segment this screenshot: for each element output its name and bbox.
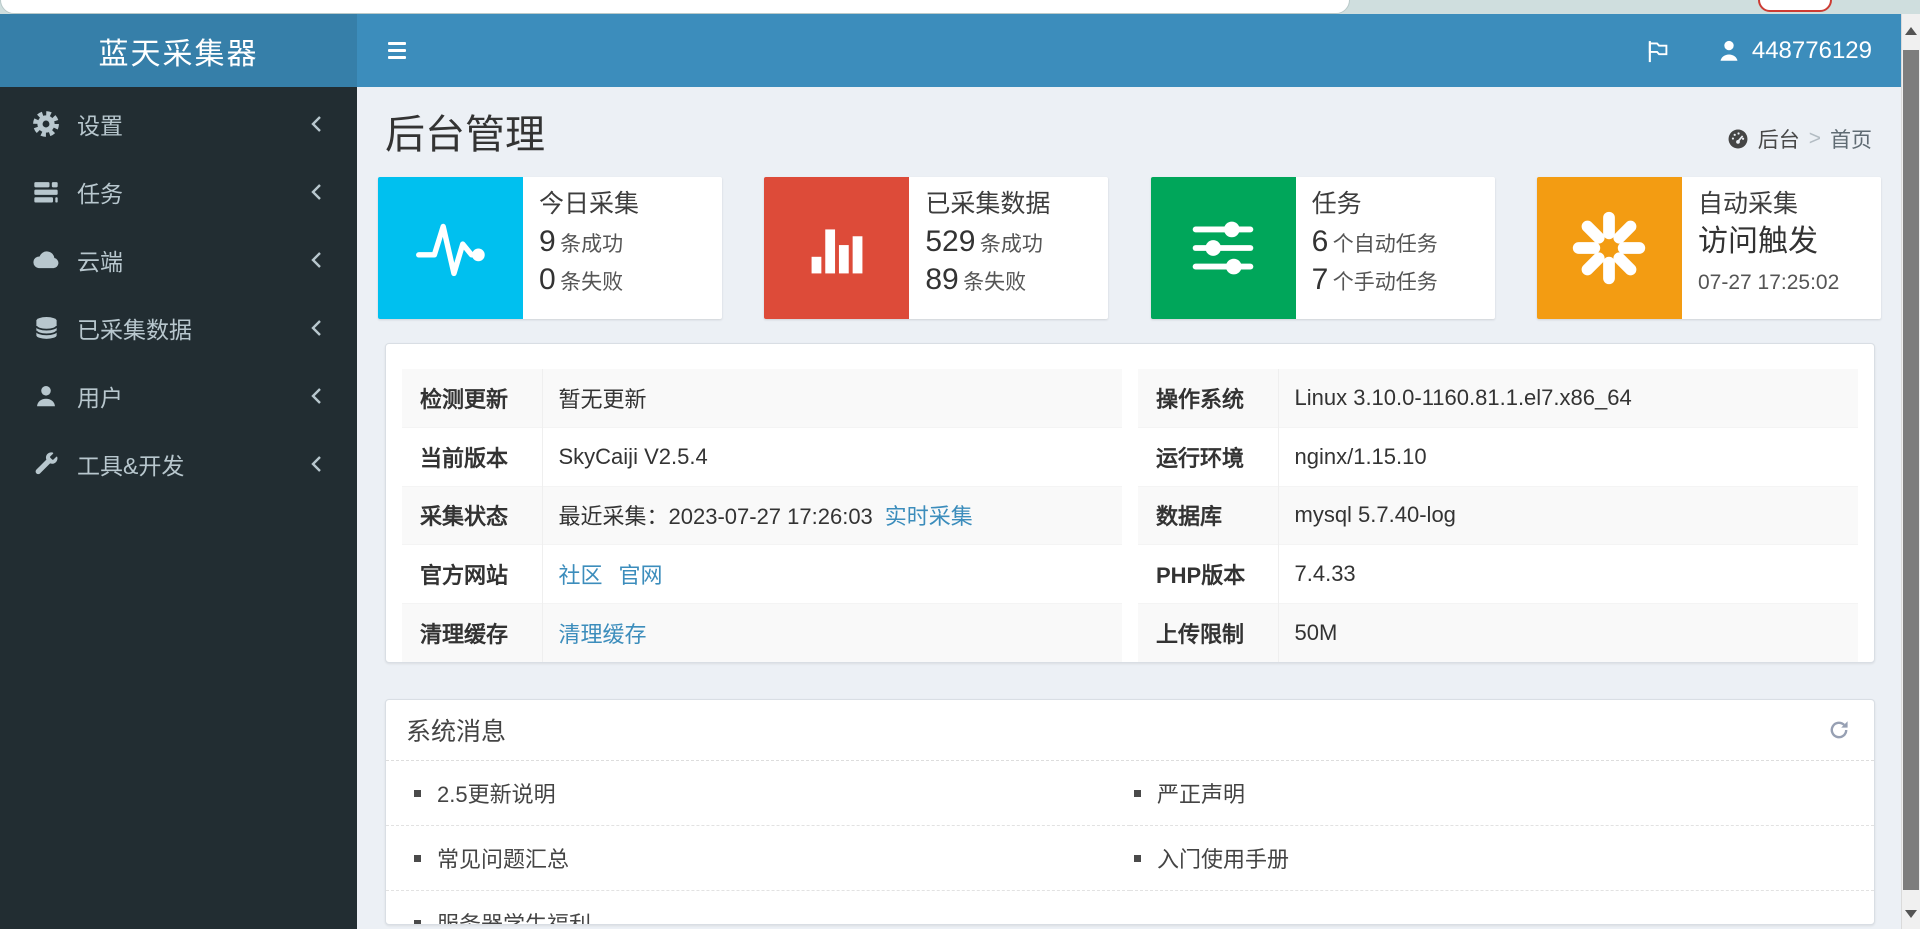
- environment-table: 操作系统 Linux 3.10.0-1160.81.1.el7.x86_64 运…: [1138, 369, 1858, 662]
- username: 448776129: [1751, 36, 1872, 64]
- chevron-left-icon: [310, 249, 323, 271]
- sidebar-item-tools-dev[interactable]: 工具&开发: [0, 430, 357, 498]
- table-row: 运行环境 nginx/1.15.10: [1138, 427, 1858, 487]
- table-row: 数据库 mysql 5.7.40-log: [1138, 485, 1858, 545]
- table-row: PHP版本 7.4.33: [1138, 544, 1858, 604]
- sidebar-item-settings[interactable]: 设置: [0, 90, 357, 158]
- sidebar-item-tasks[interactable]: 任务: [0, 158, 357, 226]
- wrench-icon: [28, 451, 64, 478]
- top-navbar: 蓝天采集器 448776129: [0, 14, 1920, 87]
- table-row: 官方网站 社区 官网: [402, 544, 1122, 604]
- user-icon: [1720, 40, 1738, 61]
- info-box-collected-data: 已采集数据 529 条成功 89 条失败: [764, 177, 1109, 319]
- cloud-icon: [28, 245, 64, 275]
- chevron-left-icon: [310, 181, 323, 203]
- bar-chart-icon: [764, 177, 910, 319]
- sidebar-toggle-button[interactable]: [388, 14, 428, 87]
- breadcrumb: 后台 > 首页: [1727, 124, 1872, 154]
- record-indicator-pill: [1758, 0, 1832, 12]
- scrollbar-up-arrow[interactable]: [1902, 16, 1920, 46]
- bullet-icon: [1134, 789, 1141, 797]
- bullet-icon: [414, 919, 421, 924]
- table-row: 清理缓存 清理缓存: [402, 602, 1122, 662]
- sidebar: 设置 任务 云端 已采集数据 用户 工具&开发: [0, 87, 357, 929]
- system-messages-panel: 系统消息 2.5更新说明 常见问题汇总 服务器学生福利 严正声明 入门使用手册: [385, 699, 1875, 925]
- info-box-today-collect: 今日采集 9 条成功 0 条失败: [378, 177, 722, 319]
- gear-icon: [28, 110, 64, 138]
- status-table: 检测更新 暂无更新 当前版本 SkyCaiji V2.5.4 采集状态 最近采集…: [402, 369, 1122, 662]
- sidebar-item-users[interactable]: 用户: [0, 362, 357, 430]
- browser-tab-shape: [0, 0, 1350, 14]
- system-messages-title: 系统消息: [406, 718, 507, 746]
- vertical-scrollbar[interactable]: [1901, 14, 1920, 929]
- message-item[interactable]: 常见问题汇总: [386, 826, 1130, 891]
- bullet-icon: [414, 854, 421, 862]
- info-box-tasks: 任务 6 个自动任务 7 个手动任务: [1150, 177, 1495, 319]
- message-item[interactable]: 入门使用手册: [1130, 826, 1874, 891]
- table-row: 采集状态 最近采集：2023-07-27 17:26:03 实时采集: [402, 485, 1122, 545]
- dashboard-icon: [1727, 128, 1749, 150]
- info-box-auto-collect: 自动采集 访问触发 07-27 17:25:02: [1536, 177, 1881, 319]
- clear-cache-link[interactable]: 清理缓存: [559, 622, 647, 647]
- chevron-left-icon: [310, 385, 323, 407]
- page-title: 后台管理: [385, 113, 545, 157]
- refresh-icon[interactable]: [1828, 719, 1850, 741]
- chevron-left-icon: [310, 113, 323, 135]
- message-item[interactable]: 2.5更新说明: [386, 761, 1130, 826]
- person-icon: [28, 383, 64, 409]
- flag-icon[interactable]: [1644, 37, 1672, 65]
- bullet-icon: [414, 789, 421, 797]
- sidebar-item-collected-data[interactable]: 已采集数据: [0, 294, 357, 362]
- table-row: 上传限制 50M: [1138, 602, 1858, 662]
- breadcrumb-current: 首页: [1830, 129, 1872, 152]
- table-row: 操作系统 Linux 3.10.0-1160.81.1.el7.x86_64: [1138, 369, 1858, 428]
- breadcrumb-separator: >: [1808, 127, 1821, 150]
- scrollbar-thumb[interactable]: [1903, 50, 1919, 890]
- table-row: 当前版本 SkyCaiji V2.5.4: [402, 427, 1122, 487]
- user-menu[interactable]: 448776129: [1716, 37, 1872, 65]
- bullet-icon: [1134, 854, 1141, 862]
- table-row: 检测更新 暂无更新: [402, 369, 1122, 428]
- info-box-row: 今日采集 9 条成功 0 条失败 已采集数据 529 条成功 89 条失败 任务…: [378, 177, 1881, 319]
- message-item[interactable]: 服务器学生福利: [386, 891, 1130, 924]
- tasks-icon: [28, 178, 64, 206]
- realtime-collect-link[interactable]: 实时采集: [885, 504, 973, 529]
- sliders-icon: [1150, 177, 1296, 319]
- browser-remnant-strip: [0, 0, 1920, 14]
- asterisk-icon: [1536, 177, 1682, 319]
- scrollbar-down-arrow[interactable]: [1902, 899, 1920, 929]
- app-logo[interactable]: 蓝天采集器: [0, 14, 357, 87]
- database-icon: [28, 315, 64, 342]
- system-status-panel: 检测更新 暂无更新 当前版本 SkyCaiji V2.5.4 采集状态 最近采集…: [385, 343, 1875, 663]
- community-link[interactable]: 社区: [559, 563, 603, 588]
- chevron-left-icon: [310, 453, 323, 475]
- message-item[interactable]: 严正声明: [1130, 761, 1874, 826]
- chevron-left-icon: [310, 317, 323, 339]
- pulse-icon: [378, 177, 523, 319]
- official-site-link[interactable]: 官网: [619, 563, 663, 588]
- sidebar-item-cloud[interactable]: 云端: [0, 226, 357, 294]
- breadcrumb-home[interactable]: 后台: [1758, 124, 1800, 154]
